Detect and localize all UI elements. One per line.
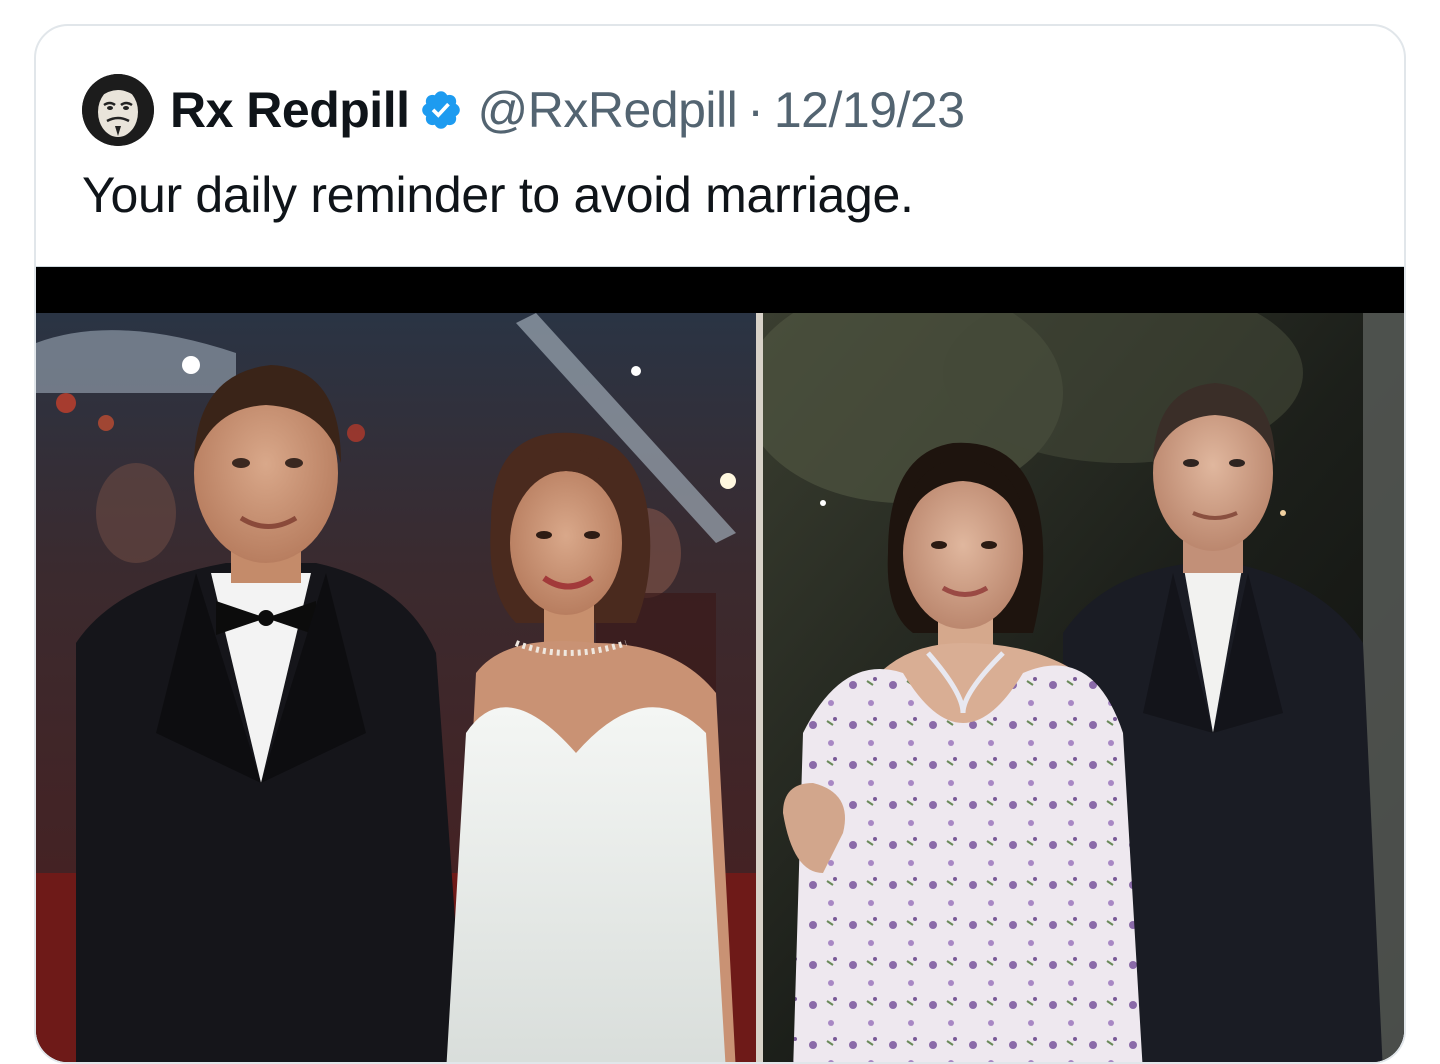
tweet-date[interactable]: 12/19/23 <box>774 81 965 139</box>
separator-dot: · <box>747 82 764 138</box>
avatar[interactable] <box>82 74 154 146</box>
photo-divider <box>756 313 763 1062</box>
tweet-media[interactable] <box>36 266 1404 1062</box>
mask-icon <box>82 74 154 146</box>
photo-left <box>36 313 756 1062</box>
photo-right <box>763 313 1404 1062</box>
display-name[interactable]: Rx Redpill <box>170 81 410 139</box>
verified-badge-icon <box>419 88 463 132</box>
tweet-header: Rx Redpill @RxRedpill · 12/19/23 <box>82 72 965 148</box>
tweet-text: Your daily reminder to avoid marriage. <box>82 167 914 223</box>
user-handle[interactable]: @RxRedpill <box>477 81 737 139</box>
tweet-card[interactable]: Rx Redpill @RxRedpill · 12/19/23 Your da… <box>34 24 1406 1064</box>
